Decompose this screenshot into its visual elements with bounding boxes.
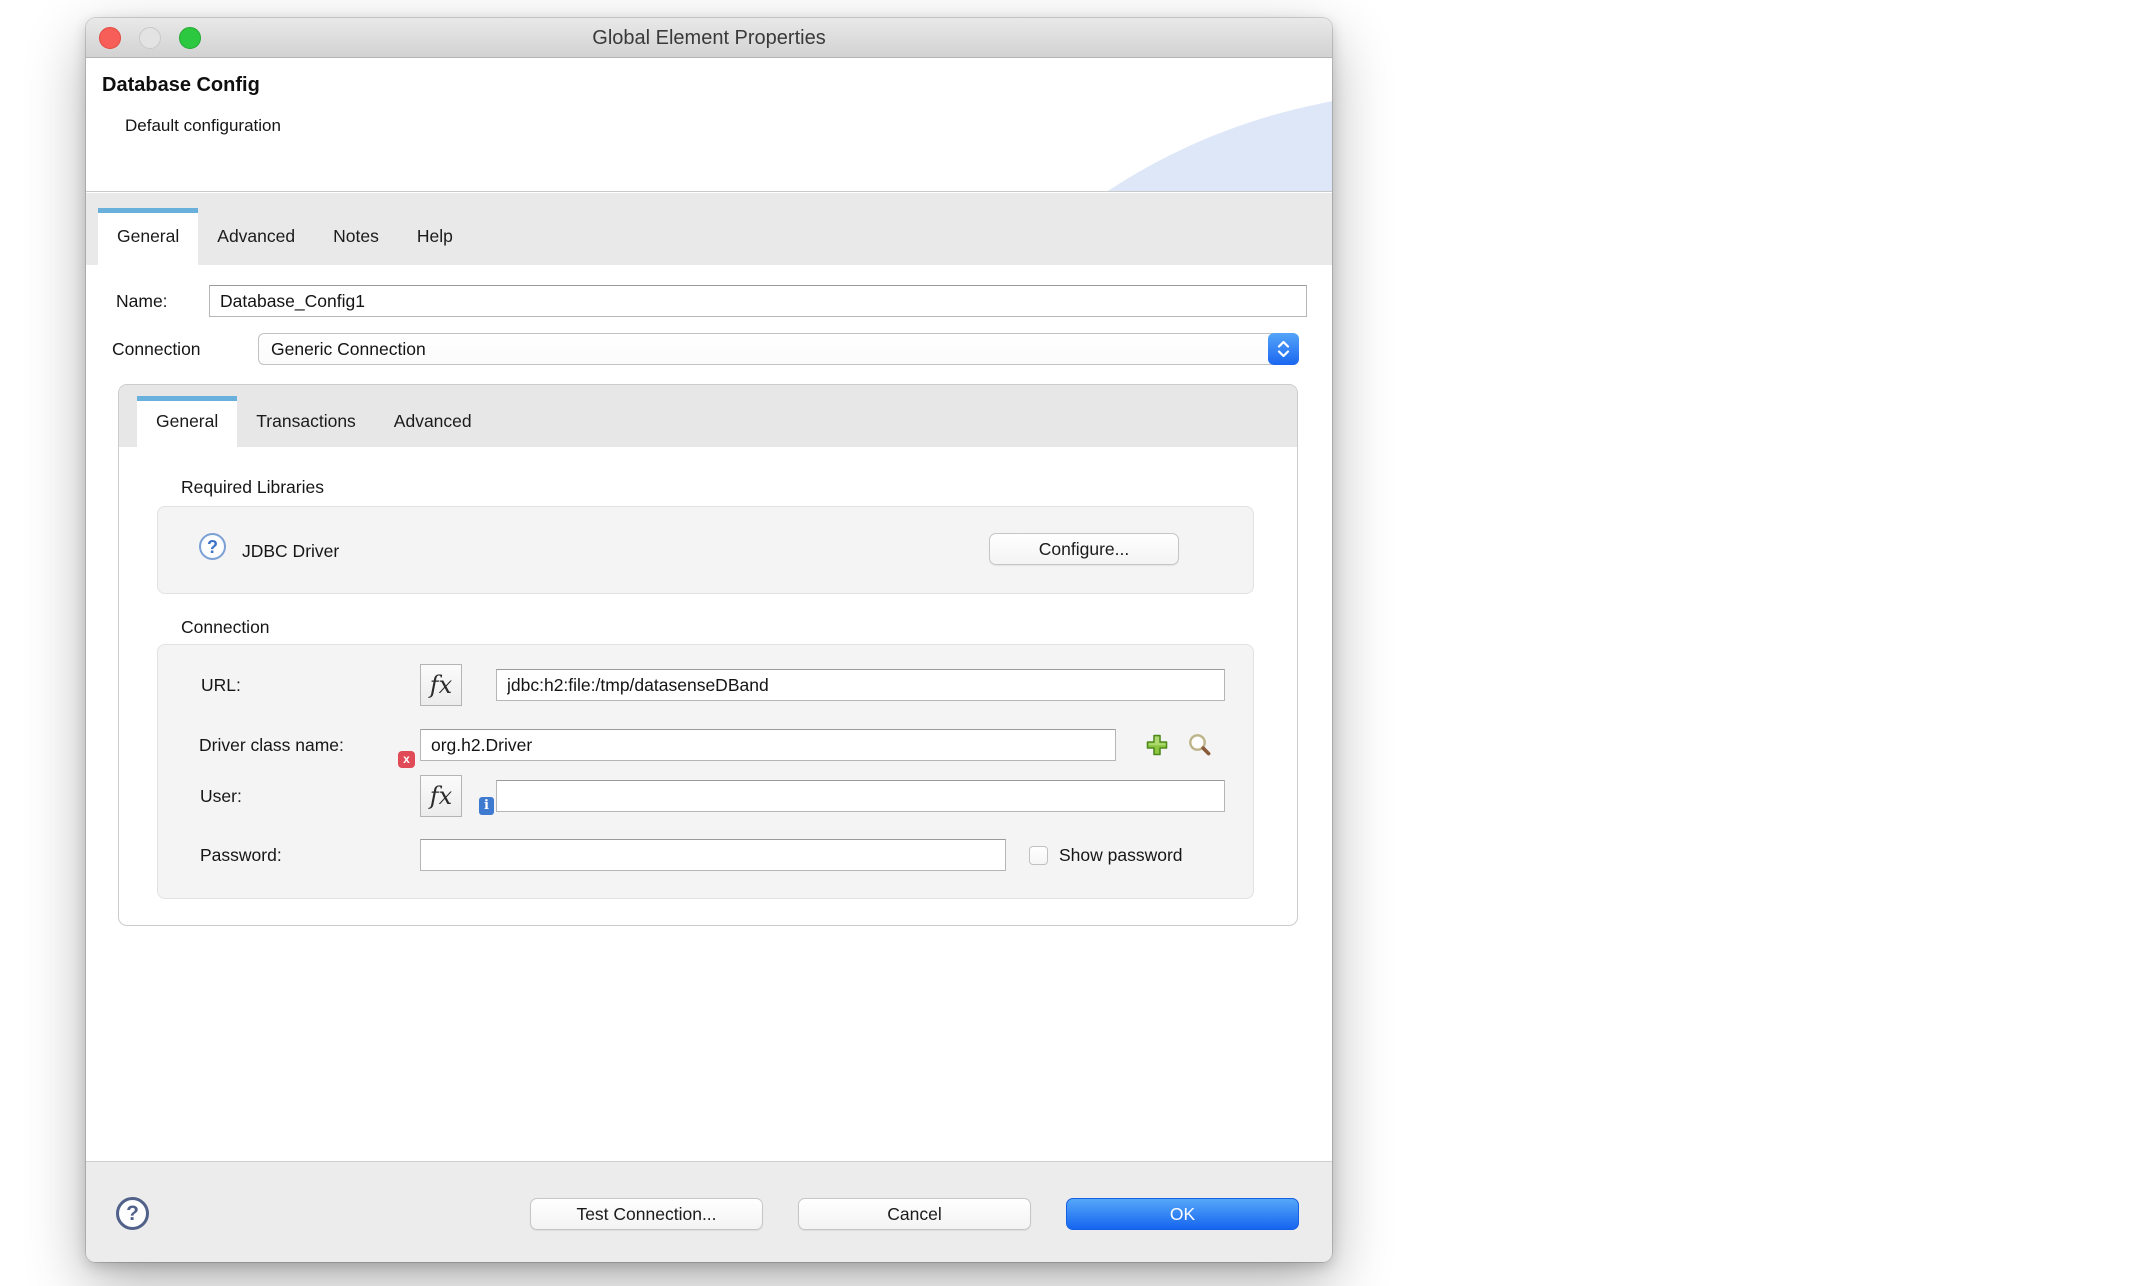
connection-field-label: Connection xyxy=(112,339,201,359)
tab-inner-transactions[interactable]: Transactions xyxy=(237,396,375,447)
required-libraries-box: ? JDBC Driver Configure... xyxy=(157,506,1254,594)
fx-icon: fx xyxy=(429,671,453,699)
inner-tabbar: General Transactions Advanced xyxy=(119,385,1297,447)
screen: Global Element Properties Database Confi… xyxy=(0,0,2142,1286)
outer-tabbar: General Advanced Notes Help xyxy=(86,193,1332,265)
show-password-label: Show password xyxy=(1059,845,1183,865)
jdbc-help-icon[interactable]: ? xyxy=(199,533,226,560)
help-icon[interactable]: ? xyxy=(116,1197,149,1230)
window-title: Global Element Properties xyxy=(592,27,826,49)
page-subtitle: Default configuration xyxy=(125,116,281,135)
decorative-swoosh-inner xyxy=(838,92,1332,191)
error-badge-icon: x xyxy=(398,751,415,768)
tab-advanced[interactable]: Advanced xyxy=(198,208,314,265)
search-driver-icon[interactable] xyxy=(1186,732,1212,758)
tab-inner-advanced[interactable]: Advanced xyxy=(375,396,491,447)
jdbc-driver-label: JDBC Driver xyxy=(242,541,340,561)
tab-inner-general[interactable]: General xyxy=(137,396,238,447)
info-badge-icon: i xyxy=(479,797,494,815)
connection-box: URL: fx Driver class name: x xyxy=(157,644,1254,899)
show-password-checkbox[interactable] xyxy=(1029,846,1048,865)
name-input[interactable] xyxy=(209,285,1307,317)
driver-class-input[interactable] xyxy=(420,729,1116,761)
configure-button[interactable]: Configure... xyxy=(989,533,1179,565)
cancel-button[interactable]: Cancel xyxy=(798,1198,1031,1230)
user-field-label: User: xyxy=(200,786,242,806)
required-libraries-title: Required Libraries xyxy=(181,477,324,497)
ok-button[interactable]: OK xyxy=(1066,1198,1299,1230)
url-field-label: URL: xyxy=(201,675,241,695)
connection-config-panel: General Transactions Advanced Required L… xyxy=(118,384,1298,926)
name-field-label: Name: xyxy=(116,291,168,311)
outer-tabs: General Advanced Notes Help xyxy=(98,208,472,265)
inner-tabs: General Transactions Advanced xyxy=(137,396,491,447)
tab-help[interactable]: Help xyxy=(398,208,472,265)
test-connection-button[interactable]: Test Connection... xyxy=(530,1198,763,1230)
page-title: Database Config xyxy=(102,74,260,96)
connection-section-title: Connection xyxy=(181,617,270,637)
driver-class-field-label: Driver class name: xyxy=(199,735,344,755)
chevron-updown-icon xyxy=(1268,333,1299,365)
add-driver-icon[interactable] xyxy=(1144,732,1170,758)
user-input[interactable] xyxy=(496,780,1225,812)
connection-selected-value: Generic Connection xyxy=(271,339,426,359)
user-expression-button[interactable]: fx xyxy=(420,775,462,817)
url-expression-button[interactable]: fx xyxy=(420,664,462,706)
url-input[interactable] xyxy=(496,669,1225,701)
window-titlebar[interactable]: Global Element Properties xyxy=(86,18,1332,58)
password-field-label: Password: xyxy=(200,845,282,865)
tab-general[interactable]: General xyxy=(98,208,199,265)
connection-select[interactable]: Generic Connection xyxy=(258,333,1299,365)
dialog-header: Database Config Default configuration xyxy=(86,58,1332,192)
fx-icon: fx xyxy=(429,782,453,810)
tab-notes[interactable]: Notes xyxy=(314,208,398,265)
password-input[interactable] xyxy=(420,839,1006,871)
global-element-properties-dialog: Global Element Properties Database Confi… xyxy=(86,18,1332,1262)
general-tab-content: Name: Connection Generic Connection Gene… xyxy=(86,265,1332,1161)
dialog-footer: ? Test Connection... Cancel OK xyxy=(86,1161,1332,1262)
